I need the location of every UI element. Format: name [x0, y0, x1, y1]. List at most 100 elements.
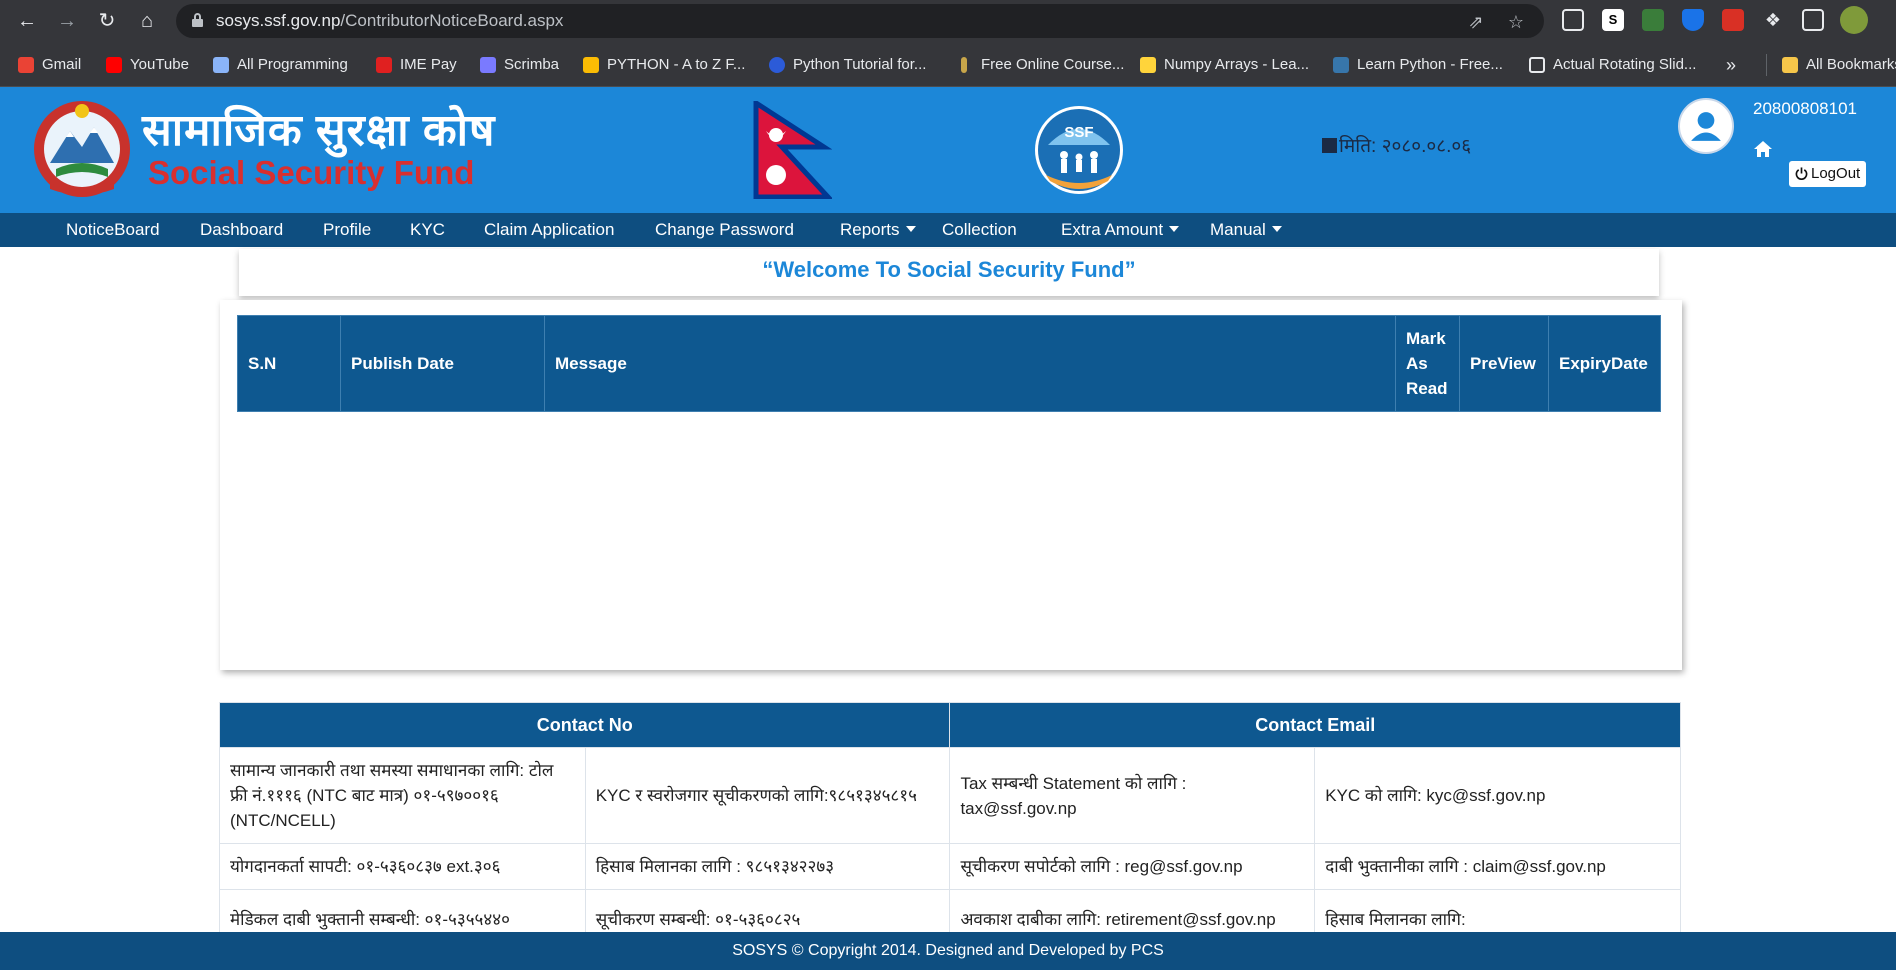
scrimba-icon [480, 57, 496, 73]
table-row: सामान्य जानकारी तथा समस्या समाधानका लागि… [219, 747, 1681, 844]
globe-icon [769, 57, 785, 73]
puzzle-icon[interactable]: ❖ [1762, 9, 1784, 31]
nav-profile[interactable]: Profile [323, 213, 371, 247]
contact-cell: सूचीकरण सपोर्टको लागि : reg@ssf.gov.np [949, 843, 1316, 890]
ssf-logo: SSF [1035, 106, 1123, 194]
logout-button[interactable]: LogOut [1789, 161, 1867, 187]
folder-icon [1782, 57, 1798, 73]
bookmark-icon [213, 57, 229, 73]
power-icon [1795, 167, 1808, 180]
bookmark-label: Free Online Course... [981, 56, 1125, 73]
nav-label: Reports [840, 220, 900, 239]
nav-label: KYC [410, 220, 445, 239]
bookmark-label: IME Pay [400, 56, 457, 73]
bookmark-item[interactable]: Python Tutorial for... [769, 54, 926, 76]
nav-noticeboard[interactable]: NoticeBoard [66, 213, 160, 247]
nepal-emblem-logo [34, 101, 130, 197]
date-display: मिति: २०८०.०८.०६ [1322, 135, 1471, 159]
nav-label: Claim Application [484, 220, 615, 239]
share-icon[interactable]: ⇗ [1466, 12, 1486, 32]
emoji-extension-icon[interactable] [1642, 9, 1664, 31]
audio-extension-icon[interactable] [1722, 9, 1744, 31]
star-icon[interactable]: ☆ [1506, 12, 1526, 32]
table-row: योगदानकर्ता सापटी: ०१-५३६०८३७ ext.३०६ हि… [219, 843, 1681, 890]
ssf-badge-text: SSF [1064, 124, 1093, 141]
col-message: Message [544, 315, 1396, 412]
sidepanel-icon[interactable] [1802, 9, 1824, 31]
screen-extension-icon[interactable] [1562, 9, 1584, 31]
nav-label: Change Password [655, 220, 794, 239]
back-icon[interactable]: ← [14, 8, 40, 34]
bookmark-label: Python Tutorial for... [793, 56, 927, 73]
contact-cell: सामान्य जानकारी तथा समस्या समाधानका लागि… [219, 747, 586, 844]
more-bookmarks-button[interactable]: » [1726, 54, 1736, 76]
contributor-id: 20800808101 [1753, 99, 1858, 118]
contact-cell: KYC को लागि: kyc@ssf.gov.np [1314, 747, 1681, 844]
org-title-english: Social Security Fund [148, 154, 475, 191]
bookmark-item[interactable]: Numpy Arrays - Lea... [1140, 54, 1309, 76]
lock-icon [192, 13, 203, 27]
notice-header-row: S.N Publish Date Message Mark As Read Pr… [237, 315, 1661, 412]
nav-label: Dashboard [200, 220, 284, 239]
home-browser-icon[interactable]: ⌂ [134, 8, 160, 34]
col-sn: S.N [237, 315, 341, 412]
address-bar[interactable]: sosys.ssf.gov.np/ContributorNoticeBoard.… [176, 4, 1544, 38]
bookmark-label: PYTHON - A to Z F... [607, 56, 746, 73]
all-bookmarks-folder[interactable]: All Bookmarks [1782, 54, 1896, 76]
notice-table: S.N Publish Date Message Mark As Read Pr… [237, 315, 1661, 412]
browser-toolbar: ← → ↻ ⌂ sosys.ssf.gov.np/ContributorNoti… [0, 0, 1896, 42]
url-host: sosys.ssf.gov.np [216, 11, 341, 30]
nav-change-password[interactable]: Change Password [655, 213, 794, 247]
site-header: सामाजिक सुरक्षा कोष Social Security Fund… [0, 87, 1896, 213]
nav-dashboard[interactable]: Dashboard [200, 213, 283, 247]
col-preview: PreView [1459, 315, 1549, 412]
s-extension-icon[interactable]: S [1602, 9, 1624, 31]
calendar-icon [1322, 138, 1337, 153]
logout-label: LogOut [1811, 165, 1861, 182]
bookmark-item[interactable]: Scrimba [480, 54, 559, 76]
main-nav: NoticeBoard Dashboard Profile KYC Claim … [0, 213, 1896, 247]
python-icon [1140, 57, 1156, 73]
bookmark-item[interactable]: PYTHON - A to Z F... [583, 54, 745, 76]
contact-email-header: Contact Email [949, 702, 1681, 748]
contact-cell: KYC र स्वरोजगार सूचीकरणको लागि:९८५१३४५८१… [584, 747, 951, 844]
bookmark-label: All Programming [237, 56, 348, 73]
bookmark-label: Gmail [42, 56, 82, 73]
user-avatar[interactable] [1678, 98, 1734, 154]
nav-label: Profile [323, 220, 372, 239]
contact-header-row: Contact No Contact Email [218, 702, 1681, 748]
home-icon[interactable] [1753, 139, 1773, 159]
bookmark-label: Actual Rotating Slid... [1553, 56, 1697, 73]
welcome-banner: “Welcome To Social Security Fund” [239, 249, 1659, 296]
python-icon [1333, 57, 1349, 73]
nav-collection[interactable]: Collection [942, 213, 1017, 247]
contact-cell: योगदानकर्ता सापटी: ०१-५३६०८३७ ext.३०६ [219, 843, 586, 890]
youtube-icon [106, 57, 122, 73]
nav-extra-amount[interactable]: Extra Amount [1061, 213, 1180, 247]
nav-kyc[interactable]: KYC [410, 213, 445, 247]
nav-claim-application[interactable]: Claim Application [484, 213, 614, 247]
forward-icon[interactable]: → [54, 8, 80, 34]
org-title-nepali: सामाजिक सुरक्षा कोष [142, 106, 496, 155]
nav-label: Collection [942, 220, 1017, 239]
bookmark-item[interactable]: Actual Rotating Slid... [1529, 54, 1696, 76]
profile-avatar-icon[interactable] [1840, 6, 1868, 34]
bookmark-item[interactable]: All Programming [213, 54, 348, 76]
bookmark-item[interactable]: Free Online Course... [957, 54, 1124, 76]
bookmark-label: All Bookmarks [1806, 56, 1896, 73]
bookmark-label: Learn Python - Free... [1357, 56, 1503, 73]
imepay-icon [376, 57, 392, 73]
bookmark-label: YouTube [130, 56, 189, 73]
footer: SOSYS © Copyright 2014. Designed and Dev… [0, 932, 1896, 970]
bookmark-item[interactable]: Gmail [18, 54, 81, 76]
date-text: मिति: २०८०.०८.०६ [1339, 136, 1472, 157]
bookmark-item[interactable]: Learn Python - Free... [1333, 54, 1503, 76]
nav-reports[interactable]: Reports [840, 213, 916, 247]
bookmark-item[interactable]: YouTube [106, 54, 189, 76]
bookmark-label: Numpy Arrays - Lea... [1164, 56, 1310, 73]
shield-extension-icon[interactable] [1682, 9, 1704, 31]
reload-icon[interactable]: ↻ [94, 8, 120, 34]
nav-manual[interactable]: Manual [1210, 213, 1282, 247]
chevron-down-icon [1169, 226, 1180, 232]
bookmark-item[interactable]: IME Pay [376, 54, 457, 76]
